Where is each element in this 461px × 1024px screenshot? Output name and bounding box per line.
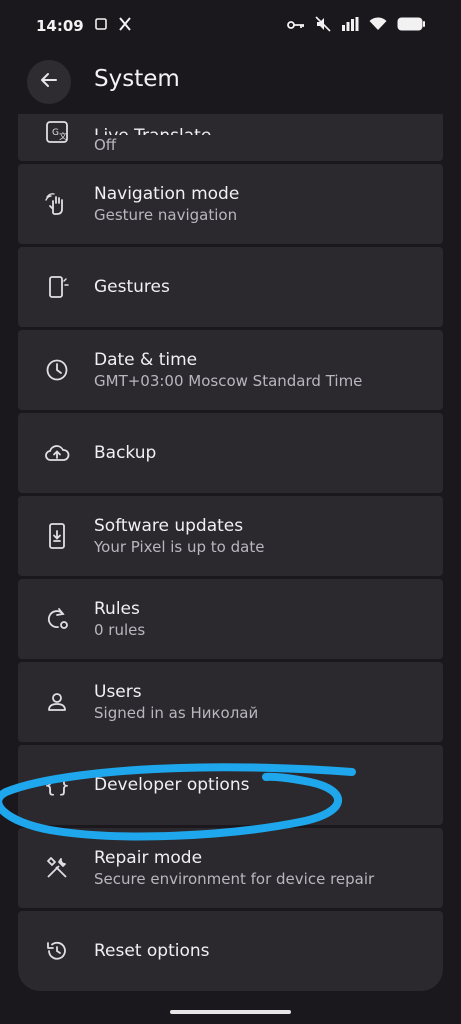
app-bar: System [0,52,461,114]
signal-icon [341,17,359,35]
settings-item-repair-mode[interactable]: Repair mode Secure environment for devic… [18,828,443,908]
gesture-nav-handle[interactable] [170,1010,291,1014]
rules-icon [44,606,70,632]
settings-item-subtitle: Secure environment for device repair [94,870,375,888]
repair-tools-icon [44,855,70,881]
settings-list: G文 Live Translate Off Navigation mode Ge… [18,113,443,995]
settings-item-reset-options[interactable]: Reset options [18,911,443,991]
svg-text:文: 文 [59,131,67,141]
settings-item-rules[interactable]: Rules 0 rules [18,579,443,659]
settings-item-title: Repair mode [94,848,203,868]
svg-text:{: { [44,773,56,797]
translate-icon: G文 [44,119,70,145]
x-app-icon [118,17,132,35]
settings-item-title: Rules [94,599,140,619]
settings-item-title: Users [94,682,142,702]
mute-icon [315,16,331,36]
status-bar: 14:09 [0,0,461,52]
settings-item-gestures[interactable]: Gestures [18,247,443,327]
clock-icon [44,357,70,383]
settings-item-software-updates[interactable]: Software updates Your Pixel is up to dat… [18,496,443,576]
settings-item-users[interactable]: Users Signed in as Николай [18,662,443,742]
status-time: 14:09 [36,17,84,35]
settings-item-subtitle: Gesture navigation [94,206,238,224]
braces-icon: {} [44,772,70,798]
svg-text:G: G [52,128,59,138]
settings-item-live-translate[interactable]: G文 Live Translate Off [18,113,443,161]
settings-item-subtitle: Off [94,136,117,154]
settings-item-subtitle: GMT+03:00 Moscow Standard Time [94,372,363,390]
settings-item-subtitle: Your Pixel is up to date [94,538,265,556]
history-icon [44,938,70,964]
settings-item-title: Gestures [94,277,170,297]
screen-record-icon [94,17,108,35]
settings-item-title: Backup [94,443,157,463]
status-right [287,16,425,36]
settings-item-title: Navigation mode [94,184,240,204]
settings-item-title: Software updates [94,516,244,536]
settings-item-subtitle: 0 rules [94,621,146,639]
settings-item-navigation-mode[interactable]: Navigation mode Gesture navigation [18,164,443,244]
back-button[interactable] [27,60,71,104]
system-update-icon [44,523,70,549]
gesture-hand-icon [44,191,70,217]
settings-item-backup[interactable]: Backup [18,413,443,493]
phone-gesture-icon [44,274,70,300]
settings-item-subtitle: Signed in as Николай [94,704,259,722]
settings-item-title: Developer options [94,775,250,795]
settings-item-title: Date & time [94,350,198,370]
settings-item-title: Reset options [94,941,210,961]
page-title: System [94,66,180,92]
settings-item-title: Live Translate [94,125,431,135]
arrow-left-icon [39,70,59,94]
status-left: 14:09 [36,17,132,35]
wifi-icon [369,17,387,35]
person-icon [44,689,70,715]
battery-icon [397,17,425,35]
settings-item-date-time[interactable]: Date & time GMT+03:00 Moscow Standard Ti… [18,330,443,410]
settings-item-developer-options[interactable]: {} Developer options [18,745,443,825]
vpn-key-icon [287,17,305,35]
cloud-upload-icon [44,440,70,466]
svg-text:}: } [58,773,70,797]
